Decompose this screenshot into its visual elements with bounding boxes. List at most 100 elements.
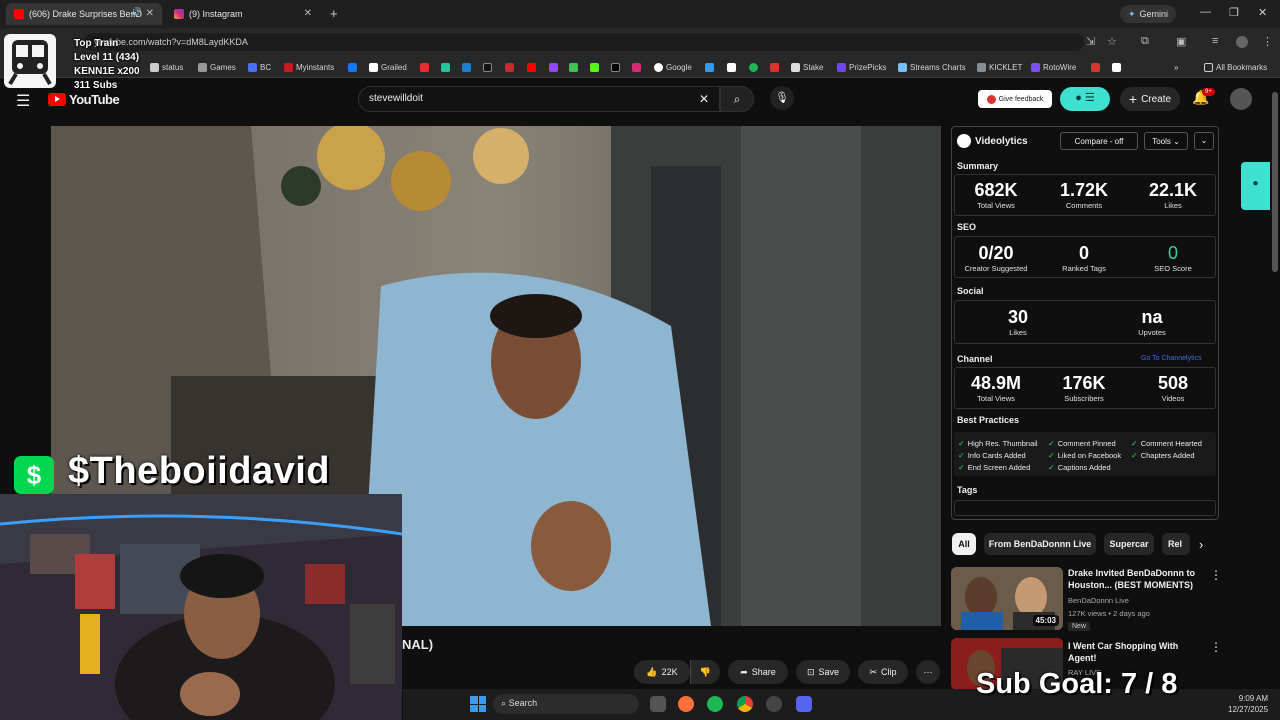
create-button[interactable]: + Create [1120,87,1180,111]
x-icon [611,62,620,72]
close-tab-icon[interactable]: ✕ [146,8,154,19]
rec-thumbnail[interactable]: 45:03 [951,567,1063,630]
more-options-icon[interactable]: ⋮ [1210,640,1222,654]
search-button[interactable]: ⌕ [720,86,754,112]
bookmark-icon-5[interactable] [505,60,517,74]
maximize-button[interactable]: ❐ [1229,6,1239,19]
bookmark-kick[interactable] [590,60,602,74]
bookmark-status[interactable]: status [150,60,183,74]
tools-dropdown[interactable]: Tools ⌄ [1144,132,1188,150]
bookmark-x[interactable] [611,60,623,74]
bookmark-rotowire[interactable]: RotoWire [1031,60,1076,74]
bookmark-streams-charts[interactable]: Streams Charts [898,60,966,74]
bookmark-myinstants[interactable]: Myinstants [284,60,334,74]
chip-related[interactable]: Rel [1162,533,1190,555]
clear-search-icon[interactable]: ✕ [699,92,709,106]
bookmark-grailed[interactable]: Grailed [369,60,407,74]
more-options-icon[interactable]: ⋮ [1210,568,1222,582]
more-actions-button[interactable]: ⋯ [916,660,940,684]
firefox-icon[interactable] [678,696,694,712]
scrollbar-thumb[interactable] [1272,92,1278,272]
sub-goal-text: Sub Goal: 7 / 8 [976,668,1178,700]
star-icon[interactable]: ☆ [1107,35,1117,48]
close-tab-icon[interactable]: ✕ [304,8,312,19]
save-button[interactable]: ⊡ Save [796,660,850,684]
obs-icon[interactable] [766,696,782,712]
bookmark-instagram[interactable] [632,60,644,74]
install-icon[interactable]: ⇲ [1086,35,1095,48]
youtube-logo[interactable]: YouTube [48,92,120,107]
tab-label: (9) Instagram [189,9,243,19]
bookmark-label: PrizePicks [849,62,887,72]
url-field[interactable]: youtube.com/watch?v=dM8LaydKKDA [84,33,1084,51]
like-button[interactable]: 👍 22K [634,660,690,684]
profile-avatar[interactable] [1236,36,1248,48]
bookmark-icon-2[interactable] [441,60,453,74]
bookmark-icon-3[interactable] [462,60,474,74]
bookmark-twitch[interactable] [549,60,561,74]
bookmark-spotify[interactable] [749,60,761,74]
bp-item: ✓ End Screen Added [958,463,1030,472]
bookmark-chart[interactable] [770,60,782,74]
tab-instagram[interactable]: (9) Instagram ✕ [166,3,320,25]
bookmark-icon-6[interactable] [569,60,581,74]
bookmark-icon-1[interactable] [420,60,432,74]
videolytics-toggle-button[interactable]: ● ☰ [1060,87,1110,111]
clip-button[interactable]: ✂ Clip [858,660,908,684]
videolytics-side-button[interactable]: ● [1241,162,1270,210]
more-bookmarks-icon[interactable]: » [1174,60,1178,74]
tab-youtube[interactable]: (606) Drake Surprises BenD 🔊 ✕ [6,3,162,25]
share-button[interactable]: ➦ Share [728,660,788,684]
give-feedback-button[interactable]: Give feedback [978,90,1052,108]
clock-time: 9:09 AM [1238,694,1269,703]
chip-supercar[interactable]: Supercar [1104,533,1154,555]
search-input[interactable]: stevewilldoit ✕ [358,86,720,112]
bookmark-games[interactable]: Games [198,60,236,74]
bookmark-icon-7[interactable] [705,60,717,74]
extensions-icon[interactable]: ⧉ [1141,35,1149,48]
bookmark-stake[interactable]: Stake [791,60,823,74]
dislike-button[interactable]: 👎 [690,660,720,684]
speaker-icon[interactable]: 🔊 [131,7,142,18]
social-likes: 30 Likes [978,307,1058,337]
bookmark-google[interactable]: Google [654,60,692,74]
chrome-icon[interactable] [737,696,753,712]
bookmark-label: status [162,62,184,72]
gemini-button[interactable]: ✦ Gemini [1120,5,1176,23]
all-bookmarks[interactable]: All Bookmarks [1204,60,1267,74]
rec-title[interactable]: Drake Invited BenDaDonnn to Houston... (… [1068,567,1204,591]
bookmark-facebook[interactable] [348,60,360,74]
bookmark-icon-8[interactable] [1091,60,1103,74]
chip-from-bendadonnn[interactable]: From BenDaDonnn Live [984,533,1096,555]
compare-toggle[interactable]: Compare - off [1060,132,1138,150]
close-window-button[interactable]: ✕ [1258,6,1267,19]
rec-title[interactable]: I Went Car Shopping With Agent! [1068,640,1204,664]
sidebar-icon[interactable]: ▣ [1176,35,1186,48]
new-tab-button[interactable]: + [330,6,338,21]
bookmark-youtube[interactable] [527,60,539,74]
voice-search-button[interactable]: 🎙 [770,86,794,110]
discord-icon[interactable] [796,696,812,712]
bookmark-amazon[interactable] [727,60,739,74]
bookmark-icon-4[interactable] [483,60,495,74]
reading-list-icon[interactable]: ≡ [1212,35,1218,47]
chevron-right-icon[interactable]: › [1199,537,1203,552]
bookmark-icon-9[interactable] [1112,60,1124,74]
menu-dots-icon[interactable]: ⋮ [1262,35,1273,48]
go-to-channelytics-link[interactable]: Go To Channelytics [1141,355,1202,362]
account-avatar[interactable] [1230,88,1252,110]
collapse-panel-button[interactable]: ⌄ [1194,132,1214,150]
thumbs-up-icon: 👍 [646,666,658,677]
bookmark-prizepicks[interactable]: PrizePicks [837,60,886,74]
bookmark-bc[interactable]: BC [248,60,271,74]
taskbar-search[interactable]: ⌕ Search [493,694,639,714]
rec-channel[interactable]: BenDaDonnn Live [1068,596,1129,605]
system-clock[interactable]: 9:09 AM 12/27/2025 [1228,693,1268,715]
minimize-button[interactable]: — [1200,6,1211,18]
spotify-icon[interactable] [707,696,723,712]
task-view-icon[interactable] [650,696,666,712]
hamburger-menu-icon[interactable]: ☰ [16,91,30,111]
windows-start-icon[interactable] [470,696,486,712]
chip-all[interactable]: All [952,533,976,555]
bookmark-kicklet[interactable]: KICKLET [977,60,1022,74]
